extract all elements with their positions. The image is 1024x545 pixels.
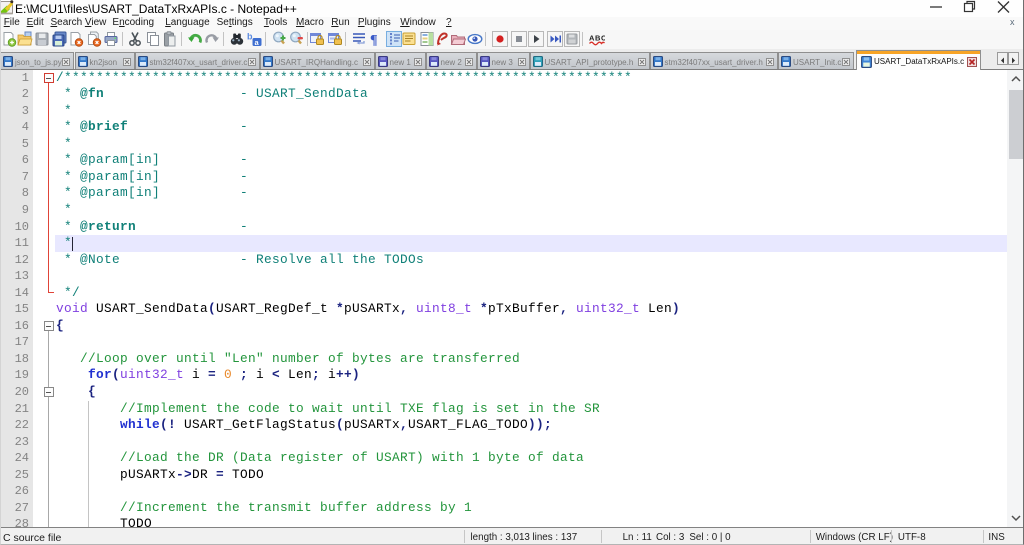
- svg-text:b: b: [247, 32, 253, 42]
- svg-text:¶: ¶: [370, 33, 378, 47]
- svg-text:ABC: ABC: [589, 34, 605, 43]
